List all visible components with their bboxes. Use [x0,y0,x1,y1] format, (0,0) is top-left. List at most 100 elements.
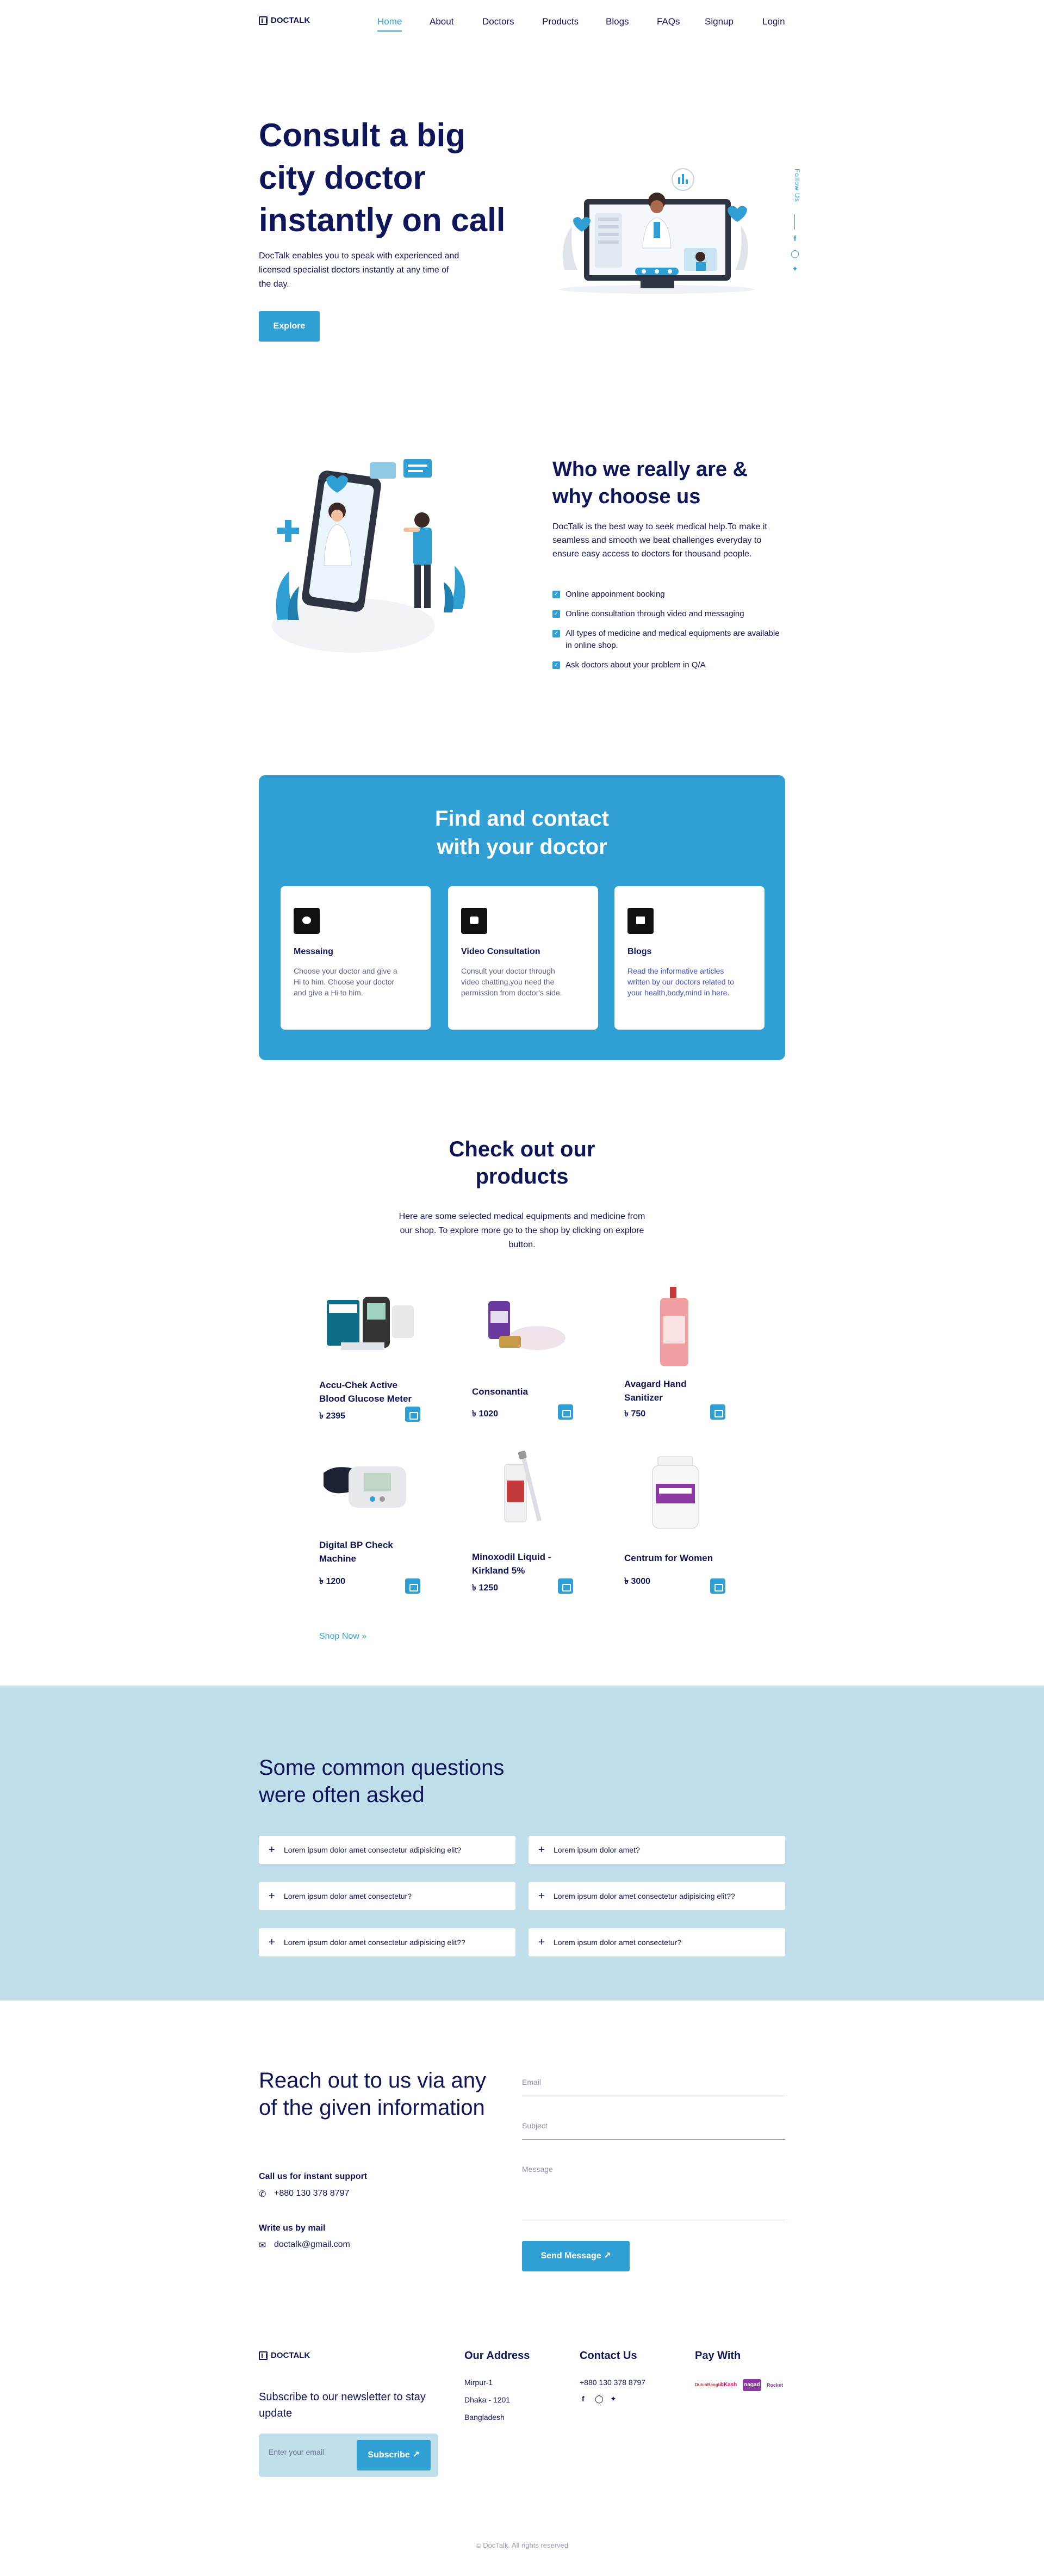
list-item: ✓ Online appoinment booking [552,589,781,600]
twitter-icon[interactable]: ✦ [791,264,799,273]
product-name: Centrum for Women [624,1553,713,1563]
about-title: Who we really are & why choose us [552,458,748,508]
product-card[interactable]: Avagard Hand Sanitizer ৳ 750 [624,1284,728,1425]
bkash-logo: bKash [720,2382,737,2388]
main-menu: Home About Doctors Products Blogs FAQs S… [377,16,785,32]
add-to-cart-button[interactable] [710,1404,725,1420]
product-image [324,1466,406,1508]
arrow-icon: ↗ [412,2450,420,2460]
product-price: ৳ 2395 [319,1411,346,1421]
explore-button[interactable]: Explore [259,311,320,342]
brand-name: DOCTALK [271,2351,310,2360]
product-price: ৳ 1250 [472,1583,499,1593]
product-name: Accu-Chek Active Blood Glucose Meter [319,1380,412,1404]
checkbox-icon: ✓ [552,630,560,637]
faq-item[interactable]: + Lorem ipsum dolor amet consectetur adip… [259,1928,515,1956]
nav-products[interactable]: Products [542,16,579,27]
card-title: Messaing [294,947,333,956]
faq-item[interactable]: + Lorem ipsum dolor amet consectetur? [259,1882,515,1910]
list-item: ✓ All types of medicine and medical equip… [552,628,781,652]
product-image [504,1451,542,1522]
nav-about[interactable]: About [430,16,453,27]
service-card-messaging[interactable]: Messaing Choose your doctor and give a H… [281,886,431,1030]
shop-now-link[interactable]: Shop Now » [319,1632,366,1642]
feature-list: ✓ Online appoinment booking ✓ Online consu… [552,589,781,679]
subscribe-button[interactable]: Subscribe ↗ [357,2440,431,2470]
nav-doctors[interactable]: Doctors [482,16,514,27]
video-chat-icon [461,908,487,934]
nav-login[interactable]: Login [762,16,785,27]
newsletter-email-input[interactable]: Enter your email [269,2448,324,2456]
top-navbar: DOCTALK Home About Doctors Products Blog… [0,0,1044,44]
faq-item[interactable]: + Lorem ipsum dolor amet consectetur adip… [259,1836,515,1864]
address-line: Dhaka - 1201 [464,2395,511,2404]
subject-field[interactable]: Subject [522,2120,785,2140]
twitter-icon[interactable]: ✦ [610,2394,617,2404]
service-card-video[interactable]: Video Consultation Consult your doctor t… [448,886,598,1030]
faq-item[interactable]: + Lorem ipsum dolor amet consectetur adip… [529,1882,785,1910]
about-illustration [272,459,465,653]
brand-logo[interactable]: DOCTALK [259,16,310,25]
hospital-icon [259,16,268,25]
hospital-icon [259,2351,268,2360]
faq-title: Some common questions were often asked [259,1756,505,1807]
send-message-button[interactable]: Send Message ↗ [522,2241,630,2271]
mail-label: Write us by mail [259,2224,326,2233]
product-card[interactable]: Minoxodil Liquid - Kirkland 5% ৳ 1250 [472,1448,575,1595]
product-name: Consonantia [472,1386,528,1397]
checkbox-icon: ✓ [552,610,560,618]
nav-signup[interactable]: Signup [705,16,734,27]
plus-icon: + [538,1844,545,1856]
product-card[interactable]: Consonantia ৳ 1020 [472,1284,575,1425]
phone-icon: ✆ [259,2190,266,2199]
footer-brand-logo[interactable]: DOCTALK [259,2351,310,2360]
address-line: Mirpur-1 [464,2378,493,2387]
newsletter-heading: Subscribe to our newsletter to stay upda… [259,2391,426,2419]
dutchbangla-logo: DutchBangla [695,2382,722,2387]
product-price: ৳ 750 [624,1409,646,1419]
contact-heading: Contact Us [580,2350,637,2362]
products-description: Here are some selected medical equipment… [399,1212,645,1249]
add-to-cart-button[interactable] [710,1578,725,1594]
blog-icon [627,908,654,934]
faq-item[interactable]: + Lorem ipsum dolor amet consectetur? [529,1928,785,1956]
facebook-icon[interactable]: f [582,2394,585,2403]
nav-blogs[interactable]: Blogs [606,16,629,27]
product-card[interactable]: Centrum for Women ৳ 3000 [624,1448,728,1595]
hero-title: Consult a big city doctor instantly on c… [259,117,506,238]
checkbox-icon: ✓ [552,591,560,598]
nav-faqs[interactable]: FAQs [657,16,680,27]
phone-number[interactable]: +880 130 378 8797 [274,2189,349,2199]
facebook-icon[interactable]: f [791,234,799,243]
instagram-icon[interactable]: ◯ [595,2394,604,2404]
plus-icon: + [269,1844,275,1856]
chat-icon [294,908,320,934]
product-price: ৳ 1200 [319,1577,346,1586]
instagram-icon[interactable]: ◯ [791,249,799,258]
faq-section: Some common questions were often asked +… [0,1686,1044,2001]
hero-description: DocTalk enables you to speak with experi… [259,251,459,289]
card-text: Consult your doctor through video chatti… [461,967,562,997]
service-card-blogs[interactable]: Blogs Read the informative articles writ… [614,886,765,1030]
message-field[interactable]: Message [522,2164,785,2220]
pay-heading: Pay With [695,2350,741,2362]
product-card[interactable]: Accu-Chek Active Blood Glucose Meter ৳ 2… [319,1284,422,1425]
nav-home[interactable]: Home [377,16,402,32]
plus-icon: + [538,1936,545,1948]
services-title: Find and contact with your doctor [435,807,609,859]
email-field[interactable]: Email [522,2077,785,2096]
services-section: Find and contact with your doctor Messai… [259,775,785,1060]
add-to-cart-button[interactable] [558,1578,573,1594]
product-name: Minoxodil Liquid - Kirkland 5% [472,1552,551,1576]
card-title: Blogs [627,947,652,956]
product-card[interactable]: Digital BP Check Machine ৳ 1200 [319,1448,422,1595]
add-to-cart-button[interactable] [558,1404,573,1420]
contact-title: Reach out to us via any of the given inf… [259,2069,487,2120]
address-line: Bangladesh [464,2413,505,2422]
email-address[interactable]: doctalk@gmail.com [274,2240,350,2250]
call-label: Call us for instant support [259,2172,368,2181]
add-to-cart-button[interactable] [405,1407,420,1422]
add-to-cart-button[interactable] [405,1578,420,1594]
product-price: ৳ 3000 [624,1577,651,1586]
faq-item[interactable]: + Lorem ipsum dolor amet? [529,1836,785,1864]
